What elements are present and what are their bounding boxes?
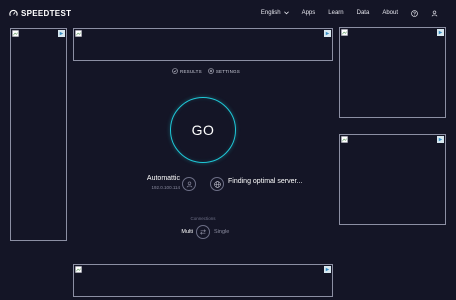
ad-choices-icon	[324, 266, 331, 273]
ad-slot-right-bottom[interactable]	[339, 134, 446, 225]
multi-option[interactable]: Multi	[171, 229, 193, 235]
user-icon	[186, 181, 192, 187]
settings-label: SETTINGS	[215, 68, 240, 74]
ad-choices-icon	[437, 29, 444, 36]
broken-image-icon	[75, 266, 82, 273]
help-icon	[411, 9, 418, 17]
language-selector[interactable]: English	[261, 10, 289, 16]
speedometer-icon	[9, 9, 18, 16]
go-button[interactable]: GO	[170, 97, 236, 163]
logo-text: SPEEDTEST	[21, 8, 72, 18]
single-option[interactable]: Single	[214, 229, 229, 235]
globe-icon	[213, 180, 221, 188]
check-circle-icon	[172, 68, 178, 74]
settings-link[interactable]: SETTINGS	[208, 68, 240, 74]
ad-choices-icon	[437, 136, 444, 143]
results-label: RESULTS	[180, 68, 202, 74]
swap-arrows-icon	[200, 229, 206, 235]
help-button[interactable]	[411, 9, 418, 17]
ad-choices-icon	[58, 30, 65, 37]
broken-image-icon	[75, 30, 82, 37]
user-icon	[431, 10, 438, 16]
top-navigation-bar: SPEEDTEST English Apps Learn Data About	[0, 0, 456, 26]
go-label: GO	[191, 122, 215, 138]
server-status[interactable]: Finding optimal server...	[228, 178, 302, 185]
broken-image-icon	[341, 29, 348, 36]
nav-data[interactable]: Data	[357, 10, 370, 16]
nav-apps[interactable]: Apps	[302, 10, 316, 16]
connections-label: Connections	[190, 216, 216, 221]
nav-learn[interactable]: Learn	[328, 10, 343, 16]
provider-avatar	[182, 177, 196, 191]
ad-slot-right-top[interactable]	[339, 27, 446, 118]
chevron-down-icon	[283, 11, 289, 15]
result-settings-links: RESULTS SETTINGS	[172, 67, 240, 75]
provider-name: Automattic	[146, 175, 180, 182]
broken-image-icon	[12, 30, 19, 37]
main-nav: English Apps Learn Data About	[261, 8, 438, 18]
ad-slot-bottom[interactable]	[73, 264, 333, 297]
language-label: English	[260, 10, 281, 16]
account-button[interactable]	[431, 10, 438, 17]
nav-about[interactable]: About	[382, 10, 398, 16]
connections-toggle[interactable]	[196, 225, 210, 239]
ad-slot-top[interactable]	[73, 28, 333, 61]
provider-info: Automattic 192.0.100.114	[120, 175, 180, 190]
change-server-button[interactable]	[210, 177, 224, 191]
ad-choices-icon	[324, 30, 331, 37]
results-link[interactable]: RESULTS	[172, 68, 202, 74]
broken-image-icon	[341, 136, 348, 143]
speedtest-logo[interactable]: SPEEDTEST	[9, 8, 71, 18]
ad-slot-left[interactable]	[10, 28, 67, 241]
gear-icon	[208, 68, 214, 74]
provider-ip: 192.0.100.114	[151, 185, 180, 190]
